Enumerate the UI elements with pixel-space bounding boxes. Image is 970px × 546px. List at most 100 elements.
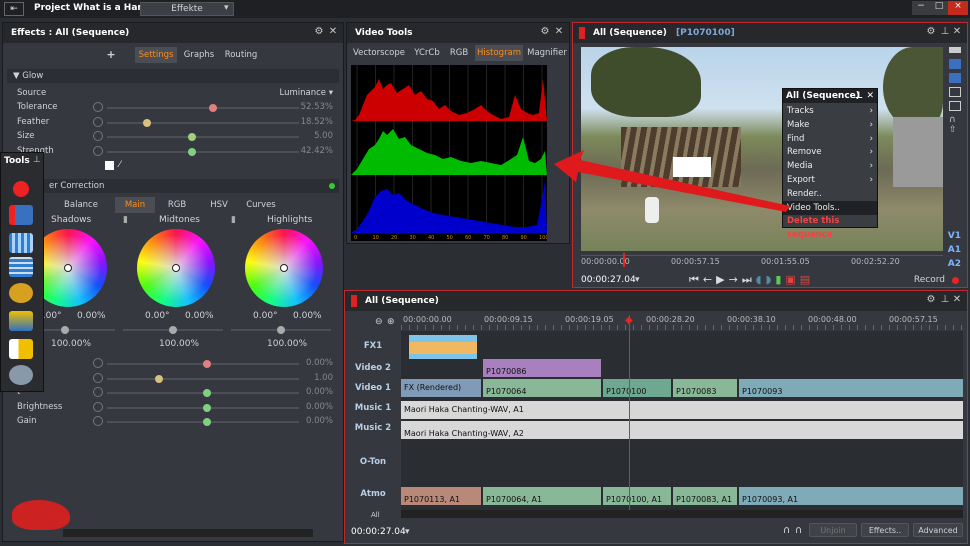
close-icon[interactable]: ✕: [866, 89, 874, 103]
wheel-handle[interactable]: [64, 264, 72, 272]
slider-knob[interactable]: [187, 147, 196, 156]
close-icon[interactable]: ✕: [951, 294, 963, 306]
glow-header[interactable]: ▼ Glow: [7, 69, 339, 83]
record-tool-icon[interactable]: [9, 179, 33, 199]
timeline-tool-icon[interactable]: [9, 233, 33, 253]
add-effect-button[interactable]: +: [103, 47, 119, 63]
source-select[interactable]: Luminance ▾: [280, 88, 333, 98]
close-icon[interactable]: ✕: [951, 26, 963, 38]
tab-curves[interactable]: Curves: [241, 197, 281, 213]
advanced-button[interactable]: Advanced: [913, 523, 963, 537]
param-slider[interactable]: [107, 374, 299, 383]
track-header-video-1[interactable]: Video 1: [345, 383, 401, 393]
track-v1[interactable]: V1: [948, 229, 961, 243]
sync-lock-icon[interactable]: ∩: [795, 525, 802, 536]
midtones-wheel[interactable]: [137, 229, 215, 307]
highlights-wheel[interactable]: [245, 229, 323, 307]
slider-knob[interactable]: [208, 104, 217, 112]
reset-icon[interactable]: [93, 145, 103, 156]
slider-knob[interactable]: [203, 360, 211, 368]
tab-rgb[interactable]: RGB: [447, 45, 471, 61]
pin-icon[interactable]: ⊥: [855, 89, 863, 103]
effects-scrollbar[interactable]: [63, 529, 313, 537]
timeline-time-dropdown-icon[interactable]: ▾: [405, 527, 410, 537]
grid-icon[interactable]: [949, 59, 961, 69]
saturation-slider[interactable]: [123, 326, 223, 334]
go-start-icon[interactable]: ⏮: [689, 273, 703, 286]
music2-clip[interactable]: Maori Haka Chanting-WAV, A2: [401, 421, 963, 439]
step-forward-icon[interactable]: →: [729, 273, 742, 286]
color-swatch[interactable]: [105, 161, 114, 170]
effects-tool-icon[interactable]: [9, 311, 33, 331]
settings-icon[interactable]: ⚙: [925, 26, 937, 38]
maximize-button[interactable]: □: [930, 1, 948, 15]
viewer-playhead[interactable]: [623, 253, 625, 267]
reset-icon[interactable]: [93, 416, 103, 426]
video1-clip-1[interactable]: P1070064: [483, 379, 601, 397]
tab-routing[interactable]: Routing: [221, 47, 261, 63]
reset-icon[interactable]: [93, 131, 103, 141]
record-label[interactable]: Record: [914, 275, 945, 285]
go-end-icon[interactable]: ⏭: [742, 273, 756, 286]
effects-button[interactable]: Effects..: [861, 523, 909, 537]
menu-item-tracks[interactable]: Tracks ›: [783, 104, 877, 118]
pin-icon[interactable]: ⊥: [939, 294, 951, 306]
fx1-clip[interactable]: [409, 335, 477, 359]
zoom-out-icon[interactable]: ⊖: [375, 317, 383, 327]
track-header-video-2[interactable]: Video 2: [345, 363, 401, 373]
reset-icon[interactable]: [93, 387, 103, 397]
track-a1[interactable]: A1: [948, 243, 961, 257]
slider-knob[interactable]: [203, 403, 211, 412]
fullscreen-icon[interactable]: [949, 87, 961, 97]
safe-area-icon[interactable]: [949, 73, 961, 83]
media-tool-icon[interactable]: [9, 283, 33, 303]
viewer-time-dropdown-icon[interactable]: ▾: [635, 275, 640, 285]
exit-icon[interactable]: ⇤: [4, 2, 24, 16]
tab-graphs[interactable]: Graphs: [179, 47, 219, 63]
color-correction-header[interactable]: er Correction: [43, 179, 339, 193]
mark-out-icon[interactable]: ◗: [766, 273, 776, 286]
music1-clip[interactable]: Maori Haka Chanting-WAV, A1: [401, 401, 963, 419]
param-slider[interactable]: [107, 133, 299, 141]
timeline-ruler[interactable]: [401, 325, 963, 330]
step-back-icon[interactable]: ←: [703, 273, 716, 286]
pin-icon[interactable]: ⊥: [939, 26, 951, 38]
slider-knob[interactable]: [203, 418, 211, 426]
tab-balance[interactable]: Balance: [61, 197, 101, 213]
eyedropper-icon[interactable]: ⁄: [119, 160, 121, 170]
loop-icon[interactable]: ∩: [949, 115, 963, 125]
overlay-icon[interactable]: [949, 101, 961, 111]
param-slider[interactable]: [107, 118, 299, 127]
reset-icon[interactable]: [93, 401, 103, 412]
video1-clip-2[interactable]: P1070100: [603, 379, 671, 397]
slider-knob[interactable]: [155, 374, 163, 383]
pin-icon[interactable]: ⊥: [33, 155, 41, 165]
close-icon[interactable]: ✕: [327, 26, 339, 38]
track-a2[interactable]: A2: [948, 257, 961, 271]
reset-icon[interactable]: [93, 372, 103, 383]
overwrite-icon[interactable]: ▤: [800, 273, 814, 286]
slider-knob[interactable]: [143, 118, 152, 127]
reset-icon[interactable]: [93, 358, 103, 368]
zoom-in-icon[interactable]: ⊕: [387, 317, 395, 327]
cc-enable-led[interactable]: [329, 183, 335, 189]
video1-clip-fx[interactable]: FX (Rendered): [401, 379, 481, 397]
reset-icon[interactable]: [93, 102, 103, 112]
mark-in-icon[interactable]: ◖: [756, 273, 766, 286]
slider-knob[interactable]: [203, 389, 211, 397]
reset-icon[interactable]: [93, 116, 103, 127]
tab-vectorscope[interactable]: Vectorscope: [353, 45, 405, 61]
playhead-marker-icon[interactable]: ◆: [625, 315, 633, 326]
tab-hsv[interactable]: HSV: [199, 197, 239, 213]
settings-icon[interactable]: ⚙: [539, 26, 551, 38]
slider-knob[interactable]: [187, 133, 196, 141]
layout-dropdown-icon[interactable]: ▾: [224, 3, 229, 13]
param-slider[interactable]: [107, 147, 299, 156]
tab-main[interactable]: Main: [115, 197, 155, 213]
track-header-atmo[interactable]: Atmo: [345, 489, 401, 499]
menu-item-find[interactable]: Find ›: [783, 132, 877, 146]
settings-icon[interactable]: ⚙: [925, 294, 937, 306]
param-slider[interactable]: [107, 360, 299, 368]
param-slider[interactable]: [107, 403, 299, 412]
export-tool-icon[interactable]: [9, 339, 33, 359]
